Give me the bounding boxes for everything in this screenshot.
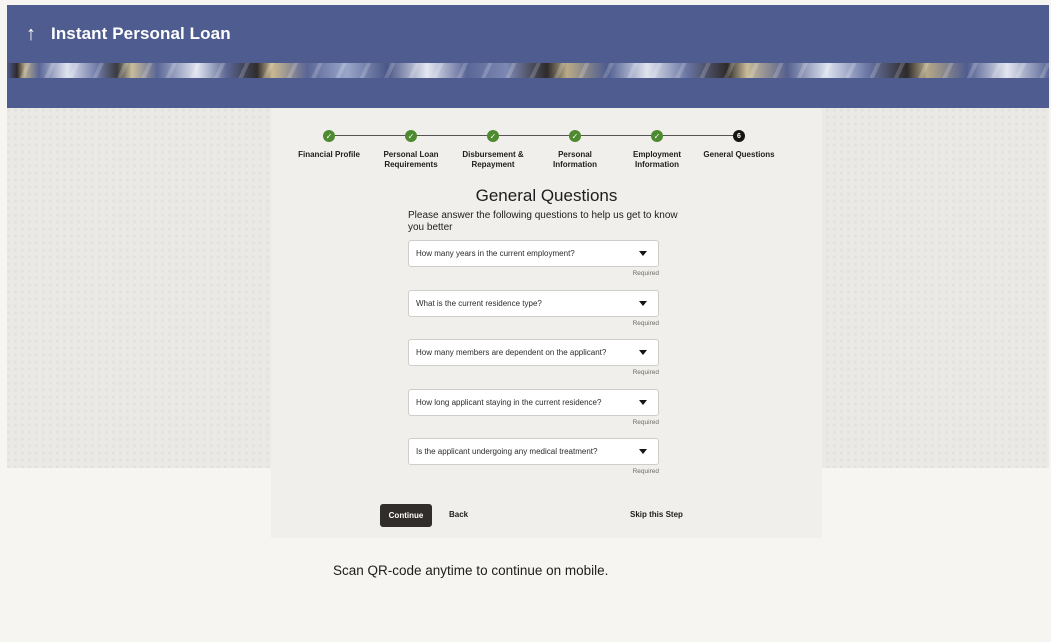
- step-number-badge: 6: [733, 130, 745, 142]
- select-placeholder: How many years in the current employment…: [416, 249, 575, 258]
- step-disbursement-repayment[interactable]: ✓ Disbursement & Repayment: [448, 130, 538, 170]
- header-bar: ↑ Instant Personal Loan: [7, 5, 1049, 63]
- select-placeholder: Is the applicant undergoing any medical …: [416, 447, 598, 456]
- app-header: ↑ Instant Personal Loan: [7, 5, 1049, 108]
- app-title: Instant Personal Loan: [51, 24, 231, 43]
- check-icon: ✓: [323, 130, 335, 142]
- required-hint: Required: [632, 468, 659, 475]
- check-icon: ✓: [651, 130, 663, 142]
- step-label: Financial Profile: [298, 150, 360, 159]
- step-financial-profile[interactable]: ✓ Financial Profile: [284, 130, 374, 160]
- question-residence-duration-select[interactable]: How long applicant staying in the curren…: [408, 389, 659, 416]
- step-personal-information[interactable]: ✓ Personal Information: [530, 130, 620, 170]
- select-placeholder: How many members are dependent on the ap…: [416, 348, 607, 357]
- form-card: ✓ Financial Profile ✓ Personal Loan Requ…: [271, 108, 822, 538]
- step-label: Disbursement & Repayment: [462, 150, 524, 169]
- select-placeholder: How long applicant staying in the curren…: [416, 398, 602, 407]
- progress-stepper: ✓ Financial Profile ✓ Personal Loan Requ…: [271, 130, 822, 180]
- step-label: General Questions: [703, 150, 775, 159]
- continue-button[interactable]: Continue: [380, 504, 432, 527]
- back-button[interactable]: Back: [449, 510, 468, 519]
- page-title: General Questions: [475, 186, 618, 205]
- step-label: Personal Information: [553, 150, 597, 169]
- decorative-banner: [7, 63, 1049, 78]
- check-icon: ✓: [487, 130, 499, 142]
- chevron-down-icon: [639, 251, 647, 256]
- step-label: Employment Information: [632, 150, 681, 169]
- check-icon: ✓: [405, 130, 417, 142]
- step-employment-information[interactable]: ✓ Employment Information: [612, 130, 702, 170]
- question-medical-treatment-select[interactable]: Is the applicant undergoing any medical …: [408, 438, 659, 465]
- skip-step-button[interactable]: Skip this Step: [630, 510, 683, 519]
- chevron-down-icon: [639, 449, 647, 454]
- chevron-down-icon: [639, 350, 647, 355]
- step-general-questions[interactable]: 6 General Questions: [694, 130, 784, 160]
- check-icon: ✓: [569, 130, 581, 142]
- chevron-down-icon: [639, 301, 647, 306]
- required-hint: Required: [632, 320, 659, 327]
- select-placeholder: What is the current residence type?: [416, 299, 542, 308]
- question-residence-type-select[interactable]: What is the current residence type?: [408, 290, 659, 317]
- required-hint: Required: [632, 270, 659, 277]
- required-hint: Required: [632, 419, 659, 426]
- intro-text: Please answer the following questions to…: [408, 210, 678, 233]
- chevron-down-icon: [639, 400, 647, 405]
- qr-code-note: Scan QR-code anytime to continue on mobi…: [333, 563, 609, 578]
- step-personal-loan-requirements[interactable]: ✓ Personal Loan Requirements: [366, 130, 456, 170]
- question-dependents-select[interactable]: How many members are dependent on the ap…: [408, 339, 659, 366]
- required-hint: Required: [632, 369, 659, 376]
- step-label: Personal Loan Requirements: [383, 150, 439, 169]
- question-years-employment-select[interactable]: How many years in the current employment…: [408, 240, 659, 267]
- up-arrow-icon[interactable]: ↑: [21, 23, 41, 45]
